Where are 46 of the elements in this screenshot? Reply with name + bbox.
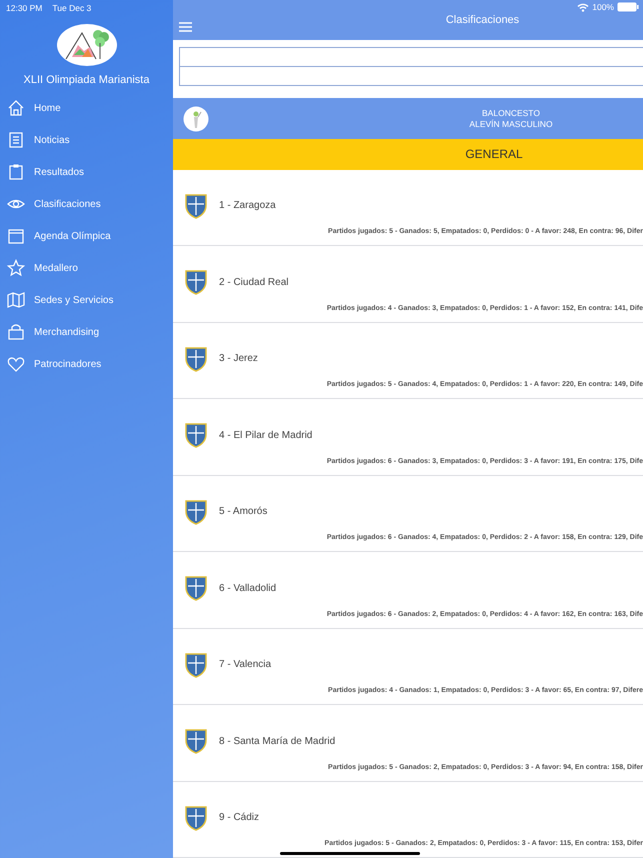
- star-icon: [7, 259, 25, 277]
- clipboard-icon: [7, 163, 25, 181]
- battery-icon: [617, 2, 639, 12]
- wifi-icon: [577, 2, 590, 12]
- crest-icon: [184, 575, 208, 601]
- newspaper-icon: [7, 131, 25, 149]
- crest-icon: [184, 422, 208, 448]
- sport-icon: [183, 106, 209, 132]
- home-icon: [7, 99, 25, 117]
- team-name: 1 - Zaragoza: [219, 200, 276, 211]
- selector-field[interactable]: [179, 66, 643, 86]
- category-name: ALEVÍN MASCULINO: [468, 118, 554, 130]
- heart-icon: [7, 355, 25, 373]
- crest-icon: [184, 804, 208, 830]
- menu-item[interactable]: Home: [0, 92, 173, 124]
- selector-field[interactable]: [179, 47, 643, 67]
- crest-icon: [184, 269, 208, 295]
- team-name: 7 - Valencia: [219, 659, 272, 670]
- logo-drawing: [56, 24, 116, 66]
- battery-percent: 100%: [592, 2, 614, 12]
- section-title: GENERAL: [173, 139, 643, 170]
- team-name: 8 - Santa María de Madrid: [219, 736, 336, 746]
- crest-icon: [184, 728, 208, 754]
- shopping-bag-icon: [7, 323, 25, 341]
- team-name: 9 - Cádiz: [219, 812, 260, 823]
- crest-icon: [184, 498, 208, 524]
- sport-name: BALONCESTO: [481, 108, 541, 119]
- crest-icon: [184, 192, 208, 218]
- menu-item[interactable]: Noticias: [0, 124, 173, 156]
- menu-item[interactable]: Resultados: [0, 156, 173, 188]
- team-name: 6 - Valladolid: [219, 582, 276, 594]
- menu-icon[interactable]: [179, 22, 192, 32]
- menu-item[interactable]: Clasificaciones: [0, 188, 173, 220]
- menu-item[interactable]: Agenda Olímpica: [0, 220, 173, 252]
- calendar-icon: [7, 227, 25, 245]
- crest-icon: [184, 652, 208, 678]
- map-icon: [7, 291, 25, 309]
- status-time: 12:30 PM: [6, 3, 42, 15]
- status-date: Tue Dec 3: [52, 3, 92, 15]
- crest-icon: [184, 346, 208, 372]
- team-name: 2 - Ciudad Real: [219, 276, 288, 288]
- app-title: XLII Olimpiada Marianista: [22, 74, 150, 86]
- team-name: 5 - Amorós: [219, 506, 268, 517]
- team-name: 3 - Jerez: [219, 353, 258, 364]
- screen-title: Clasificaciones: [444, 14, 520, 26]
- team-name: 4 - El Pilar de Madrid: [219, 430, 312, 440]
